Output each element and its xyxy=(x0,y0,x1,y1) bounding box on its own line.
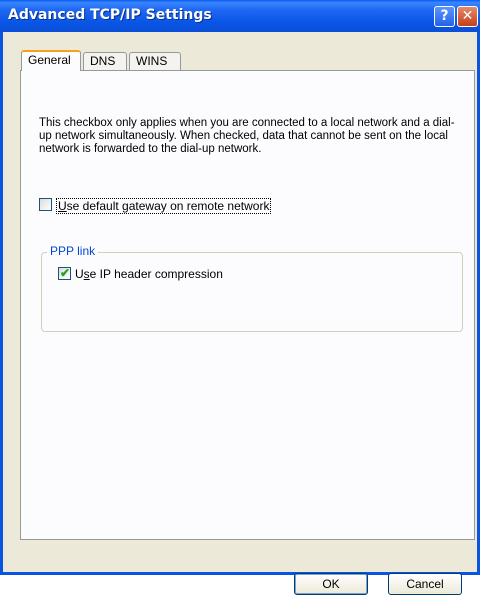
help-icon: ? xyxy=(440,8,449,24)
dialog-window: Advanced TCP/IP Settings ? ✕ General DNS… xyxy=(0,0,480,595)
ok-button[interactable]: OK xyxy=(294,573,368,595)
default-gateway-label[interactable]: Use default gateway on remote network xyxy=(56,198,272,214)
ip-header-compression-prefix: U xyxy=(75,267,84,281)
tab-dns[interactable]: DNS xyxy=(83,52,127,70)
tab-general[interactable]: General xyxy=(21,50,81,71)
tab-wins[interactable]: WINS xyxy=(129,52,181,70)
cancel-button[interactable]: Cancel xyxy=(388,573,462,595)
description-text: This checkbox only applies when you are … xyxy=(39,117,455,155)
ip-header-compression-label-text: e IP header compression xyxy=(89,267,223,281)
default-gateway-checkbox[interactable] xyxy=(39,198,52,211)
ip-header-compression-label[interactable]: Use IP header compression xyxy=(75,267,223,281)
default-gateway-access-key: U xyxy=(58,199,67,213)
dialog-client-area: General DNS WINS This checkbox only appl… xyxy=(3,32,477,595)
ppp-link-group-label: PPP link xyxy=(47,244,99,258)
ppp-link-group xyxy=(41,252,463,332)
title-bar[interactable]: Advanced TCP/IP Settings ? ✕ xyxy=(0,0,480,32)
checkmark-icon: ✔ xyxy=(60,266,71,280)
ip-header-compression-checkbox[interactable]: ✔ xyxy=(58,266,71,280)
close-button[interactable]: ✕ xyxy=(457,6,478,27)
help-button[interactable]: ? xyxy=(434,6,455,27)
close-icon: ✕ xyxy=(461,8,474,24)
window-title: Advanced TCP/IP Settings xyxy=(8,7,212,23)
default-gateway-label-text: se default gateway on remote network xyxy=(66,199,270,213)
tab-panel-general: This checkbox only applies when you are … xyxy=(20,70,475,540)
